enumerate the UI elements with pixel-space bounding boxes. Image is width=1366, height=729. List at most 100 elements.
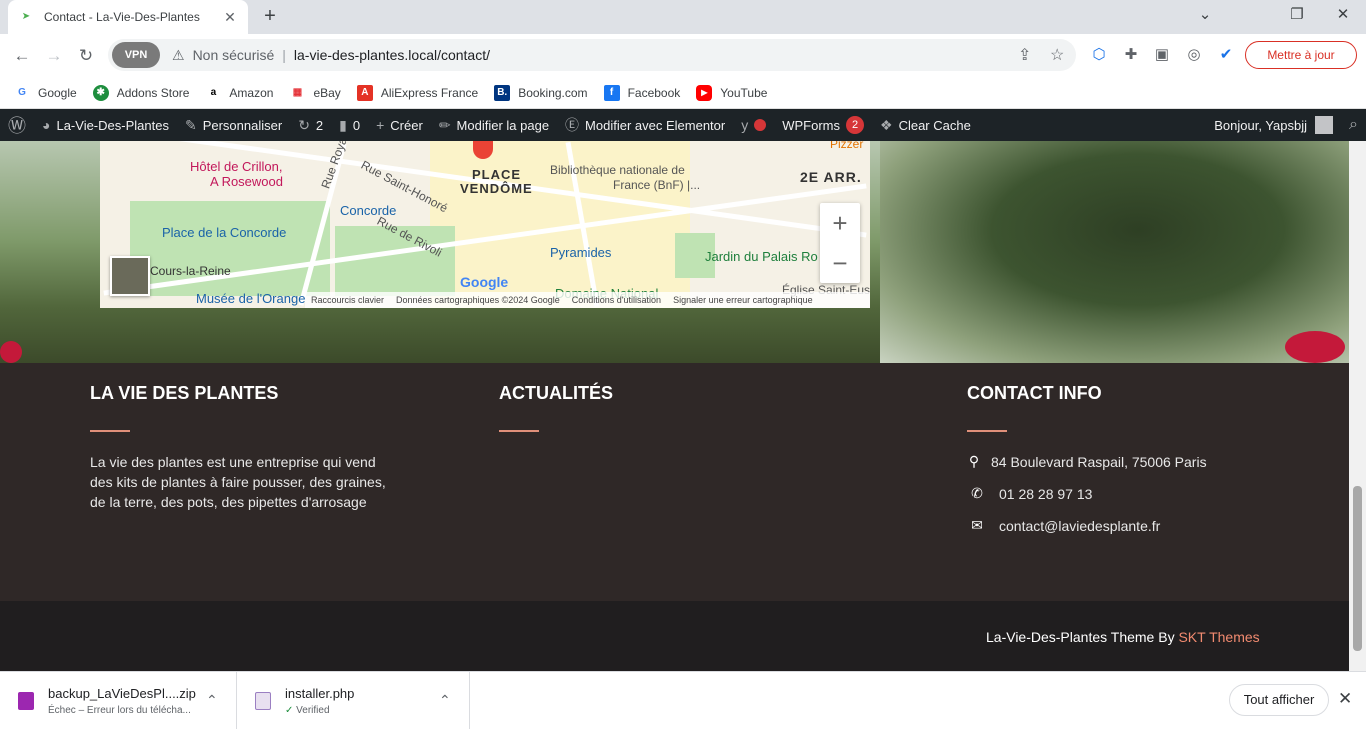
- map-label: Bibliothèque nationale de: [550, 163, 685, 177]
- credits: La-Vie-Des-Plantes Theme By SKT Themes: [986, 629, 1260, 645]
- profile-icon[interactable]: ◎: [1184, 45, 1204, 65]
- map-layer-toggle[interactable]: [110, 256, 150, 296]
- report-error-link[interactable]: Signaler une erreur cartographique: [673, 295, 813, 305]
- bookmark-label: Facebook: [627, 86, 681, 100]
- download-name: backup_LaVieDesPl....zip: [48, 685, 196, 701]
- forward-icon[interactable]: →: [42, 44, 66, 68]
- news-title: ACTUALITÉS: [499, 383, 613, 403]
- reload-icon[interactable]: ↻: [74, 44, 98, 68]
- wp-account-area: Bonjour, Yapsbjj ⌕: [1206, 109, 1366, 141]
- flower-shape: [0, 341, 22, 363]
- contact-phone: ✆ 01 28 28 97 13: [967, 485, 1092, 502]
- email-text[interactable]: contact@laviedesplante.fr: [999, 518, 1160, 534]
- contact-email: ✉ contact@laviedesplante.fr: [967, 517, 1160, 534]
- shield-extension-icon[interactable]: ⬡: [1089, 45, 1109, 65]
- bookmark-youtube[interactable]: ▶ YouTube: [696, 85, 767, 101]
- google-map[interactable]: Hôtel de Crillon, A Rosewood Rue Royale …: [100, 141, 870, 308]
- side-panel-icon[interactable]: ▣: [1152, 45, 1172, 65]
- download-item-installer[interactable]: installer.php ✓ Verified ⌃: [237, 672, 470, 729]
- map-pin-icon: ⚲: [968, 453, 980, 469]
- show-all-button[interactable]: Tout afficher: [1229, 684, 1329, 716]
- download-item-backup[interactable]: backup_LaVieDesPl....zip Échec – Erreur …: [0, 672, 237, 729]
- bookmark-addons-store[interactable]: ✱ Addons Store: [92, 85, 189, 101]
- wp-logo[interactable]: Ⓦ: [0, 109, 34, 141]
- title-underline: [499, 430, 539, 432]
- minimize-button[interactable]: ⌄: [1193, 5, 1217, 23]
- wp-clear-cache[interactable]: ❖ Clear Cache: [872, 109, 979, 141]
- bookmarks-bar: G Google ✱ Addons Store a Amazon ▦ eBay A Ali…: [0, 78, 1366, 109]
- back-icon[interactable]: ←: [10, 44, 34, 68]
- bookmark-google[interactable]: G Google: [14, 85, 77, 101]
- plus-icon: +: [376, 117, 385, 133]
- wp-elementor[interactable]: Ⓔ Modifier avec Elementor: [557, 109, 733, 141]
- pencil-icon: ✏: [438, 116, 451, 133]
- chevron-up-icon[interactable]: ⌃: [206, 692, 218, 709]
- url-text[interactable]: la-vie-des-plantes.local/contact/: [294, 47, 490, 63]
- zoom-in-button[interactable]: +: [820, 203, 860, 243]
- zoom-out-button[interactable]: −: [820, 243, 860, 283]
- tab-close-icon[interactable]: ✕: [222, 9, 238, 26]
- dashboard-icon: ◕: [42, 117, 51, 133]
- comments-count: 0: [352, 117, 361, 133]
- restore-button[interactable]: ❐: [1285, 5, 1309, 23]
- map-label: Place de la Concorde: [162, 225, 287, 240]
- bookmark-aliexpress[interactable]: A AliExpress France: [356, 85, 479, 101]
- download-status: Verified: [296, 704, 330, 716]
- keyboard-shortcuts-link[interactable]: Raccourcis clavier: [311, 295, 384, 305]
- wp-site-name[interactable]: ◕ La-Vie-Des-Plantes: [34, 109, 177, 141]
- bookmark-label: AliExpress France: [380, 86, 479, 100]
- brush-icon: ✎: [184, 116, 197, 133]
- new-tab-button[interactable]: +: [258, 6, 282, 28]
- share-icon[interactable]: ⇪: [1018, 45, 1031, 65]
- map-label: Pyramides: [550, 245, 612, 260]
- address-bar[interactable]: VPN ⚠ Non sécurisé | la-vie-des-plantes.…: [108, 39, 1076, 71]
- bookmark-amazon[interactable]: a Amazon: [205, 85, 274, 101]
- terms-link[interactable]: Conditions d'utilisation: [572, 295, 661, 305]
- title-underline: [967, 430, 1007, 432]
- wp-customize[interactable]: ✎ Personnaliser: [177, 109, 290, 141]
- security-label[interactable]: Non sécurisé: [193, 47, 275, 63]
- warning-icon[interactable]: ⚠: [172, 47, 185, 64]
- wp-yoast[interactable]: y: [733, 109, 774, 141]
- map-label: PLACE: [472, 167, 522, 182]
- ebay-icon: ▦: [292, 87, 303, 98]
- clear-cache-label: Clear Cache: [898, 117, 971, 133]
- bookmark-booking[interactable]: B. Booking.com: [494, 85, 588, 101]
- extensions-puzzle-icon[interactable]: ✚: [1121, 45, 1141, 65]
- close-shelf-icon[interactable]: ✕: [1338, 689, 1352, 709]
- update-button[interactable]: Mettre à jour: [1245, 41, 1357, 69]
- chevron-up-icon[interactable]: ⌃: [439, 692, 451, 709]
- map-label: Jardin du Palais Ro: [705, 249, 818, 264]
- map-data-label: Données cartographiques ©2024 Google: [396, 295, 560, 305]
- skt-themes-link[interactable]: SKT Themes: [1178, 629, 1259, 645]
- about-title: LA VIE DES PLANTES: [90, 383, 279, 403]
- window-close-button[interactable]: ✕: [1331, 5, 1355, 23]
- security-check-icon[interactable]: ✔: [1216, 45, 1236, 65]
- wp-updates[interactable]: ↻ 2: [290, 109, 331, 141]
- bookmark-star-icon[interactable]: ☆: [1050, 45, 1064, 65]
- map-label: Pizzer: [830, 141, 864, 151]
- bookmark-facebook[interactable]: f Facebook: [603, 85, 681, 101]
- customize-label: Personnaliser: [202, 117, 283, 133]
- phone-icon: ✆: [971, 485, 983, 501]
- youtube-icon: ▶: [696, 85, 713, 101]
- wp-account[interactable]: Bonjour, Yapsbjj: [1206, 109, 1341, 141]
- scrollbar-thumb[interactable]: [1353, 486, 1362, 651]
- tab-contact[interactable]: ➤ Contact - La-Vie-Des-Plantes ✕: [8, 0, 248, 34]
- wp-edit-page[interactable]: ✏ Modifier la page: [431, 109, 557, 141]
- bookmark-label: YouTube: [720, 86, 768, 100]
- site-footer: LA VIE DES PLANTES La vie des plantes es…: [0, 363, 1349, 601]
- new-label: Créer: [390, 117, 423, 133]
- elementor-icon: Ⓔ: [565, 117, 580, 133]
- wp-search-icon[interactable]: ⌕: [1341, 109, 1366, 141]
- page-scrollbar[interactable]: [1349, 141, 1366, 671]
- browser-toolbar: ← → ↻ VPN ⚠ Non sécurisé | la-vie-des-pl…: [0, 34, 1366, 78]
- wpforms-label: WPForms: [782, 117, 840, 133]
- envelope-icon: ✉: [971, 517, 983, 533]
- check-icon: ✓: [285, 704, 297, 716]
- bookmark-ebay[interactable]: ▦ eBay: [289, 85, 341, 101]
- vpn-badge[interactable]: VPN: [112, 42, 160, 68]
- wp-comments[interactable]: ▮ 0: [331, 109, 368, 141]
- wp-new[interactable]: + Créer: [368, 109, 431, 141]
- wp-wpforms[interactable]: WPForms 2: [774, 109, 872, 141]
